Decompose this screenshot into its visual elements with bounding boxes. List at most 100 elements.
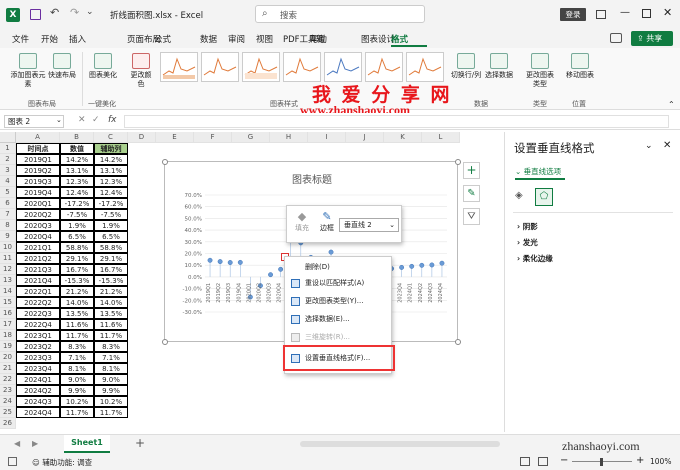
table-header-cell[interactable]: 数值: [60, 143, 94, 154]
row-header[interactable]: 8: [0, 220, 16, 231]
table-cell[interactable]: 21.2%: [60, 286, 94, 297]
table-cell[interactable]: -7.5%: [94, 209, 128, 220]
data-point[interactable]: [328, 249, 334, 255]
table-cell[interactable]: 8.1%: [60, 363, 94, 374]
column-header[interactable]: J: [346, 132, 384, 143]
menu-file[interactable]: 文件: [12, 33, 29, 45]
table-cell[interactable]: 9.0%: [60, 374, 94, 385]
data-point[interactable]: [237, 259, 243, 265]
table-cell[interactable]: 2021Q3: [16, 264, 60, 275]
menu-formulas[interactable]: 数据: [200, 33, 217, 45]
section-glow[interactable]: › 发光: [517, 237, 538, 248]
table-cell[interactable]: 9.9%: [94, 385, 128, 396]
table-cell[interactable]: 13.5%: [94, 308, 128, 319]
menu-officeplus[interactable]: 插入: [69, 33, 86, 45]
data-point[interactable]: [419, 262, 425, 268]
move-chart-button[interactable]: 移动图表: [564, 53, 596, 80]
row-header[interactable]: 1: [0, 143, 16, 154]
chart-style-5[interactable]: [324, 52, 362, 82]
table-cell[interactable]: 2020Q1: [16, 198, 60, 209]
table-cell[interactable]: 13.5%: [60, 308, 94, 319]
table-cell[interactable]: 14.0%: [60, 297, 94, 308]
table-cell[interactable]: 2023Q3: [16, 352, 60, 363]
row-header[interactable]: 10: [0, 242, 16, 253]
table-cell[interactable]: 2024Q3: [16, 396, 60, 407]
search-box[interactable]: ⌕ 搜索: [255, 5, 425, 23]
add-chart-element-button[interactable]: 添加图表元素: [10, 53, 46, 89]
data-point[interactable]: [227, 260, 233, 265]
table-cell[interactable]: 11.7%: [94, 407, 128, 418]
table-cell[interactable]: 2022Q1: [16, 286, 60, 297]
column-header[interactable]: C: [94, 132, 128, 143]
chart-styles-button[interactable]: ✎: [463, 185, 480, 202]
row-header[interactable]: 7: [0, 209, 16, 220]
table-cell[interactable]: 14.2%: [60, 154, 94, 165]
menu-chart-design[interactable]: 格式: [391, 33, 408, 45]
row-header[interactable]: 17: [0, 319, 16, 330]
table-cell[interactable]: 7.1%: [60, 352, 94, 363]
enter-icon[interactable]: ✓: [92, 115, 100, 125]
table-cell[interactable]: 2022Q4: [16, 319, 60, 330]
table-cell[interactable]: 10.2%: [60, 396, 94, 407]
data-point[interactable]: [409, 263, 415, 269]
chart-handle-tr[interactable]: [455, 159, 461, 165]
table-cell[interactable]: 2019Q3: [16, 176, 60, 187]
chart-handle-tl[interactable]: [162, 159, 168, 165]
table-cell[interactable]: -17.2%: [94, 198, 128, 209]
fill-line-tab-icon[interactable]: ◈: [515, 190, 529, 204]
table-cell[interactable]: 2020Q2: [16, 209, 60, 220]
table-cell[interactable]: 12.4%: [94, 187, 128, 198]
row-header[interactable]: 20: [0, 352, 16, 363]
chart-style-6[interactable]: [365, 52, 403, 82]
zoom-thumb[interactable]: [600, 458, 603, 466]
column-header[interactable]: K: [384, 132, 422, 143]
table-cell[interactable]: 11.6%: [94, 319, 128, 330]
series-select[interactable]: 垂直线 2 ⌄: [339, 218, 399, 232]
table-cell[interactable]: 2024Q1: [16, 374, 60, 385]
table-cell[interactable]: 9.9%: [60, 385, 94, 396]
ribbon-display-icon[interactable]: [596, 10, 606, 19]
tab-vertical-line-options[interactable]: ⌄ 垂直线选项: [515, 166, 561, 177]
sheet-tab-sheet1[interactable]: Sheet1: [64, 435, 110, 453]
section-shadow[interactable]: › 阴影: [517, 221, 538, 232]
column-header[interactable]: D: [128, 132, 156, 143]
effects-tab-icon[interactable]: ⬠: [535, 188, 553, 206]
row-header[interactable]: 23: [0, 385, 16, 396]
zoom-out-icon[interactable]: −: [560, 455, 568, 466]
switch-row-col-button[interactable]: 切换行/列: [448, 53, 484, 80]
chart-filters-button[interactable]: ⛛: [463, 208, 480, 225]
table-cell[interactable]: 14.0%: [94, 297, 128, 308]
formula-input[interactable]: [124, 115, 669, 128]
table-cell[interactable]: -15.3%: [60, 275, 94, 286]
table-cell[interactable]: 16.7%: [60, 264, 94, 275]
name-box[interactable]: 图表 2: [4, 115, 64, 128]
data-point[interactable]: [439, 260, 445, 266]
table-cell[interactable]: 6.5%: [60, 231, 94, 242]
table-cell[interactable]: 2023Q2: [16, 341, 60, 352]
chart-handle-bl[interactable]: [162, 339, 168, 345]
table-cell[interactable]: 7.1%: [94, 352, 128, 363]
select-data-button[interactable]: 选择数据: [484, 53, 514, 80]
row-header[interactable]: 12: [0, 264, 16, 275]
accessibility-status[interactable]: ☺ 辅助功能: 调查: [32, 457, 92, 468]
column-header[interactable]: E: [156, 132, 194, 143]
horizontal-scrollbar[interactable]: [300, 441, 500, 447]
prev-sheet-icon[interactable]: ◀: [14, 439, 20, 448]
column-header[interactable]: L: [422, 132, 460, 143]
fill-button[interactable]: ◆ 填充: [292, 210, 312, 233]
menu-help[interactable]: 图表设计: [361, 33, 395, 45]
table-header-cell[interactable]: 时间点: [16, 143, 60, 154]
table-cell[interactable]: 11.6%: [60, 319, 94, 330]
table-cell[interactable]: 2023Q4: [16, 363, 60, 374]
select-all-corner[interactable]: [0, 132, 16, 143]
table-cell[interactable]: -15.3%: [94, 275, 128, 286]
chart-style-3[interactable]: [242, 52, 280, 82]
chart-style-1[interactable]: [160, 52, 198, 82]
menu-home[interactable]: 开始: [41, 33, 58, 45]
column-header[interactable]: I: [308, 132, 346, 143]
table-cell[interactable]: -7.5%: [60, 209, 94, 220]
table-cell[interactable]: 2022Q3: [16, 308, 60, 319]
table-cell[interactable]: 13.1%: [94, 165, 128, 176]
chart-style-7[interactable]: [406, 52, 444, 82]
row-header[interactable]: 4: [0, 176, 16, 187]
